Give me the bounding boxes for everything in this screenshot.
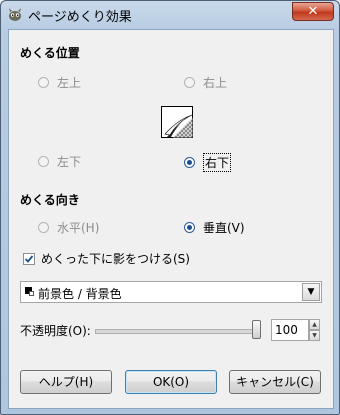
radio-top-right[interactable]: 右上: [184, 74, 227, 91]
radio-top-left[interactable]: 左上: [38, 74, 81, 91]
checkmark-icon: [24, 254, 34, 263]
opacity-value-input[interactable]: [271, 319, 309, 341]
close-button[interactable]: ✕: [292, 2, 334, 21]
shade-under-curl-checkbox[interactable]: めくった下に影をつける(S): [23, 250, 190, 267]
radio-top-left-label: 左上: [57, 76, 82, 90]
title-bar[interactable]: ページめくり効果 ✕: [1, 1, 339, 27]
bg-color-swatch-icon: [29, 291, 34, 296]
ok-button[interactable]: OK(O): [125, 370, 217, 394]
gradient-select[interactable]: 前景色 / 背景色 ▼: [20, 281, 322, 303]
curl-location-heading: めくる位置: [20, 46, 80, 60]
opacity-slider-thumb[interactable]: [252, 320, 261, 339]
gimp-app-icon: [9, 8, 21, 21]
radio-bottom-right[interactable]: 右下: [184, 153, 232, 172]
radio-indicator: [38, 77, 49, 88]
cancel-button[interactable]: キャンセル(C): [229, 370, 321, 394]
opacity-slider-track[interactable]: [95, 329, 257, 334]
gradient-select-value: 前景色 / 背景色: [38, 287, 122, 301]
radio-vertical[interactable]: 垂直(V): [184, 219, 245, 236]
radio-top-right-label: 右上: [203, 76, 228, 90]
radio-indicator: [38, 222, 49, 233]
spin-up-icon[interactable]: ▲: [309, 319, 320, 330]
radio-bottom-right-label: 右下: [203, 153, 232, 172]
dialog-window: ページめくり効果 ✕ めくる位置 左上 右上 左下 右下 めくる向き 水平(H)…: [0, 0, 340, 415]
radio-bottom-left-label: 左下: [57, 155, 82, 169]
radio-bottom-left[interactable]: 左下: [38, 153, 81, 170]
window-title: ページめくり効果: [28, 10, 132, 25]
radio-indicator: [184, 77, 195, 88]
opacity-label: 不透明度(O):: [20, 324, 91, 338]
dropdown-arrow-button[interactable]: ▼: [302, 283, 320, 301]
page-curl-preview-icon: [161, 106, 193, 138]
spin-down-icon[interactable]: ▼: [309, 330, 320, 341]
radio-indicator-selected: [184, 222, 195, 233]
help-button[interactable]: ヘルプ(H): [20, 370, 112, 394]
curl-orientation-heading: めくる向き: [20, 193, 80, 207]
radio-horizontal[interactable]: 水平(H): [38, 219, 99, 236]
radio-indicator-selected: [184, 157, 195, 168]
dialog-client-area: めくる位置 左上 右上 左下 右下 めくる向き 水平(H) 垂直(V) めくった…: [8, 29, 334, 409]
close-icon: ✕: [307, 4, 319, 19]
radio-vertical-label: 垂直(V): [203, 221, 245, 235]
shade-checkbox-label: めくった下に影をつける(S): [41, 252, 190, 266]
checkbox-box: [23, 252, 35, 265]
radio-horizontal-label: 水平(H): [57, 221, 100, 235]
radio-indicator: [38, 156, 49, 167]
